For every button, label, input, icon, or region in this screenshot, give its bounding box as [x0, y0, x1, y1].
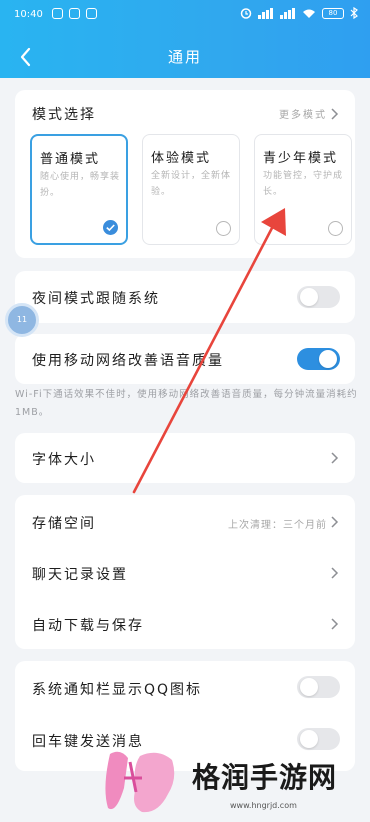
- status-right-icons: 80: [240, 7, 358, 19]
- chat-history-label: 聊天记录设置: [32, 567, 128, 583]
- app-notify-icon: [86, 8, 97, 19]
- site-watermark: 格润手游网 www.hngrjd.com: [100, 742, 362, 816]
- status-bar: 10:40 80: [0, 0, 370, 32]
- wifi-icon: [303, 9, 315, 18]
- bluetooth-icon: [350, 7, 358, 19]
- storage-label: 存储空间: [32, 516, 96, 532]
- radio-unchecked-icon: [328, 221, 343, 236]
- mode-desc: 随心使用，畅享装扮。: [40, 172, 121, 198]
- mode-name: 体验模式: [151, 151, 212, 166]
- notification-icons: [52, 8, 97, 19]
- chevron-right-icon: [331, 567, 339, 579]
- radio-checked-icon: [103, 220, 118, 235]
- storage-group-card: 存储空间 上次清理：三个月前 聊天记录设置 自动下载与保存: [15, 495, 355, 649]
- mode-name: 普通模式: [40, 152, 101, 167]
- mobile-voice-label: 使用移动网络改善语音质量: [32, 353, 224, 369]
- app-header: 10:40 80 通用: [0, 0, 370, 78]
- mode-option-normal[interactable]: 普通模式 随心使用，畅享装扮。: [30, 134, 128, 245]
- mobile-voice-row[interactable]: 使用移动网络改善语音质量: [15, 334, 355, 384]
- chevron-right-icon: [331, 108, 339, 120]
- mobile-voice-toggle[interactable]: [297, 348, 340, 370]
- qq-notify-icon: [69, 8, 80, 19]
- font-size-label: 字体大小: [32, 452, 96, 468]
- mode-option-experience[interactable]: 体验模式 全新设计，全新体验。: [142, 134, 240, 245]
- mobile-voice-hint: Wi-Fi下通话效果不佳时，使用移动网络改善语音质量，每分钟流量消耗约1MB。: [15, 389, 358, 418]
- chevron-right-icon: [331, 516, 339, 528]
- mode-selection-card: 模式选择 更多模式 普通模式 随心使用，畅享装扮。 体验模式 全新设计，全新体验…: [15, 90, 355, 258]
- storage-last-cleaned: 上次清理：三个月前: [228, 520, 327, 531]
- radio-unchecked-icon: [216, 221, 231, 236]
- signal-icon: [280, 7, 296, 19]
- chevron-right-icon: [331, 452, 339, 464]
- night-mode-toggle[interactable]: [297, 286, 340, 308]
- more-modes-link[interactable]: 更多模式: [279, 106, 327, 121]
- qq-notify-icon: [52, 8, 63, 19]
- watermark-text: 格润手游网: [192, 761, 338, 794]
- qq-icon-label: 系统通知栏显示QQ图标: [32, 682, 203, 698]
- auto-download-label: 自动下载与保存: [32, 618, 144, 634]
- battery-icon: 80: [322, 7, 344, 19]
- night-mode-label: 夜间模式跟随系统: [32, 291, 160, 307]
- alarm-icon: [240, 8, 252, 19]
- watermark-logo-icon: [105, 751, 175, 813]
- chevron-right-icon: [331, 618, 339, 630]
- page-title: 通用: [167, 48, 202, 66]
- watermark-url: www.hngrjd.com: [230, 801, 297, 810]
- mode-name: 青少年模式: [263, 151, 339, 166]
- mode-desc: 全新设计，全新体验。: [151, 171, 232, 197]
- status-time: 10:40: [14, 9, 43, 20]
- night-mode-row[interactable]: 夜间模式跟随系统: [15, 271, 355, 323]
- signal-icon: [258, 7, 274, 19]
- font-size-row[interactable]: 字体大小: [15, 433, 355, 483]
- qq-icon-toggle[interactable]: [297, 676, 340, 698]
- floating-assistant-bubble[interactable]: 11: [5, 303, 39, 337]
- mode-desc: 功能管控，守护成长。: [263, 171, 344, 197]
- mode-option-teen[interactable]: 青少年模式 功能管控，守护成长。: [254, 134, 352, 245]
- mode-section-title: 模式选择: [32, 107, 96, 123]
